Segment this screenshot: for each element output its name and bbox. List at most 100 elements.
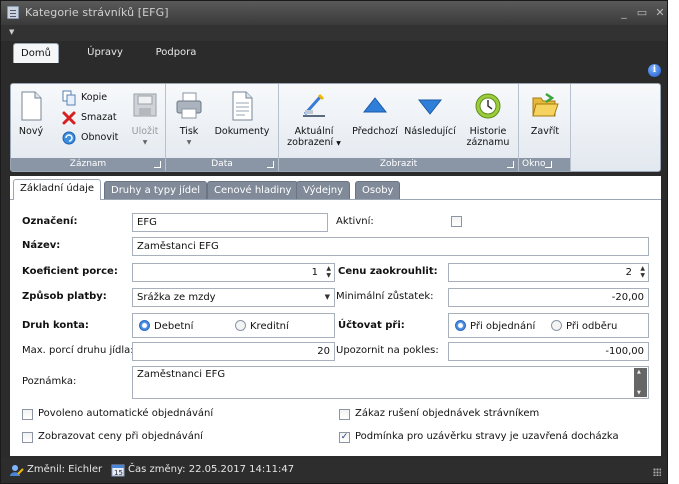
auto-objednavani-label: Povoleno automatické objednávání — [38, 408, 214, 419]
debetni-label: Debetní — [154, 321, 194, 332]
calendar-icon: 15 — [111, 464, 125, 477]
uctovat-pri-radio-group: Při objednání Při odběru — [448, 313, 649, 338]
group-label-zaznam: Záznam — [11, 158, 165, 171]
minimize-button[interactable]: _ — [615, 5, 633, 20]
auto-objednavani-checkbox[interactable] — [22, 409, 33, 420]
changed-by-text: Změnil: Eichler — [27, 464, 103, 475]
koeficient-stepper[interactable]: 1 ▲ ▼ — [132, 263, 335, 282]
pri-objednani-radio[interactable] — [455, 320, 466, 331]
zpusob-platby-select[interactable]: Srážka ze mzdy ▼ — [132, 288, 335, 307]
arrow-down-icon — [417, 99, 443, 115]
status-bar: Změnil: Eichler 15 Čas změny: 22.05.2017… — [1, 458, 667, 483]
upozornit-label: Upozornit na pokles: — [336, 345, 439, 356]
new-document-icon — [21, 91, 42, 121]
ribbon: Nový Kopie Smazat Obnovit Uložit ▼ Zázna… — [10, 83, 661, 172]
current-view-icon — [303, 93, 325, 117]
copy-icon — [62, 90, 76, 106]
history-clock-icon — [475, 93, 501, 119]
delete-icon — [62, 111, 76, 125]
pri-odberu-label: Při odběru — [566, 321, 618, 332]
copy-button[interactable]: Kopie — [61, 90, 107, 106]
poznamka-textarea[interactable]: Zaměstnanci EFG — [132, 366, 649, 399]
tab-zakladni-udaje[interactable]: Základní údaje — [13, 179, 102, 200]
podminka-uzaverky-checkbox[interactable]: ✓ — [339, 432, 350, 443]
print-button[interactable]: Tisk ▼ — [172, 88, 206, 148]
previous-button[interactable]: Předchozí — [349, 88, 401, 137]
ribbon-tab-upravy[interactable]: Úpravy — [81, 43, 129, 63]
form-content: Základní údaje Druhy a typy jídel Cenové… — [10, 176, 661, 456]
koeficient-label: Koeficient porce: — [22, 266, 118, 277]
next-button[interactable]: Následující — [401, 88, 459, 137]
cena-zaokrouhlit-stepper[interactable]: 2 ▲ ▼ — [448, 263, 649, 282]
record-history-button[interactable]: Historie záznamu — [463, 88, 513, 148]
kreditni-label: Kreditní — [250, 321, 289, 332]
druh-konta-label: Druh konta: — [22, 320, 89, 331]
stepper-arrows-icon[interactable]: ▲ ▼ — [326, 265, 331, 279]
ribbon-tab-domu[interactable]: Domů — [13, 43, 59, 63]
user-edit-icon — [10, 465, 24, 476]
pri-objednani-label: Při objednání — [470, 321, 536, 332]
app-icon — [7, 6, 19, 19]
min-zustatek-label: Minimální zůstatek: — [336, 291, 434, 302]
zpusob-platby-label: Způsob platby: — [22, 291, 107, 302]
quick-access-dropdown-icon[interactable]: ▼ — [9, 28, 17, 36]
documents-button[interactable]: Dokumenty — [212, 88, 272, 137]
close-button[interactable]: ✕ — [651, 5, 669, 20]
group-label-zobrazit: Zobrazit — [279, 158, 518, 171]
refresh-icon — [62, 131, 76, 145]
zobrazovat-ceny-label: Zobrazovat ceny při objednávání — [38, 431, 203, 442]
maximize-button[interactable]: ▭ — [633, 5, 651, 20]
quick-access-toolbar: ▼ — [1, 25, 667, 41]
ribbon-tab-podpora[interactable]: Podpora — [149, 43, 203, 63]
aktivni-label: Aktivní: — [336, 216, 374, 227]
save-icon — [133, 93, 157, 117]
tab-vydejny[interactable]: Výdejny — [296, 181, 351, 199]
ribbon-group-zaznam: Nový Kopie Smazat Obnovit Uložit ▼ Zázna… — [11, 84, 166, 171]
delete-button[interactable]: Smazat — [61, 110, 117, 126]
document-icon — [232, 91, 253, 121]
oznaceni-field[interactable]: EFG — [132, 213, 328, 232]
app-window: Kategorie strávníků [EFG] _ ▭ ✕ ▼ Domů Ú… — [0, 0, 668, 484]
zobrazovat-ceny-checkbox[interactable] — [22, 432, 33, 443]
poznamka-label: Poznámka: — [22, 376, 77, 387]
zakaz-ruseni-checkbox[interactable] — [339, 409, 350, 420]
info-icon[interactable]: i — [648, 64, 661, 77]
cena-zaokrouhlit-label: Cenu zaokrouhlit: — [338, 266, 438, 277]
ribbon-tab-bar: Domů Úpravy Podpora — [1, 41, 667, 63]
resize-grip[interactable] — [653, 468, 661, 476]
tab-druhy-a-typy-jidel[interactable]: Druhy a typy jídel — [104, 181, 208, 199]
druh-konta-radio-group: Debetní Kreditní — [132, 313, 335, 338]
svg-text:15: 15 — [114, 469, 123, 477]
max-porci-label: Max. porcí druhu jídla: — [22, 345, 134, 356]
nazev-label: Název: — [22, 240, 61, 251]
folder-close-icon — [532, 92, 559, 117]
tab-cenove-hladiny[interactable]: Cenové hladiny — [207, 181, 299, 199]
ribbon-group-zobrazit: Aktuální zobrazení ▼ Předchozí Následují… — [279, 84, 519, 171]
upozornit-field[interactable]: -100,00 — [448, 342, 649, 361]
min-zustatek-field[interactable]: -20,00 — [448, 288, 649, 307]
new-button[interactable]: Nový — [15, 88, 47, 137]
poznamka-scrollbar[interactable] — [634, 368, 647, 397]
tab-osoby[interactable]: Osoby — [355, 181, 401, 199]
ribbon-group-okno: Zavřít Okno — [519, 84, 571, 171]
window-title: Kategorie strávníků [EFG] — [25, 6, 169, 19]
arrow-up-icon — [362, 97, 388, 113]
aktivni-checkbox[interactable] — [451, 216, 462, 227]
nazev-field[interactable]: Zaměstanci EFG — [132, 237, 649, 256]
group-label-okno: Okno — [519, 158, 570, 171]
save-button[interactable]: Uložit ▼ — [129, 88, 161, 148]
podminka-uzaverky-label: Podmínka pro uzávěrku stravy je uzavřená… — [355, 431, 619, 442]
debetni-radio[interactable] — [139, 320, 150, 331]
chevron-down-icon: ▼ — [324, 293, 330, 301]
ribbon-group-data: Tisk ▼ Dokumenty Data — [166, 84, 279, 171]
refresh-button[interactable]: Obnovit — [61, 130, 118, 146]
tab-pane-zakladni-udaje: Označení: EFG Aktivní: Název: Zaměstanci… — [10, 199, 661, 456]
group-label-data: Data — [166, 158, 278, 171]
stepper-arrows-icon[interactable]: ▲ ▼ — [640, 265, 645, 279]
max-porci-field[interactable]: 20 — [132, 342, 335, 361]
kreditni-radio[interactable] — [235, 320, 246, 331]
current-view-button[interactable]: Aktuální zobrazení ▼ — [281, 88, 347, 149]
oznaceni-label: Označení: — [22, 216, 78, 227]
pri-odberu-radio[interactable] — [551, 320, 562, 331]
close-window-button[interactable]: Zavřít — [525, 88, 565, 137]
